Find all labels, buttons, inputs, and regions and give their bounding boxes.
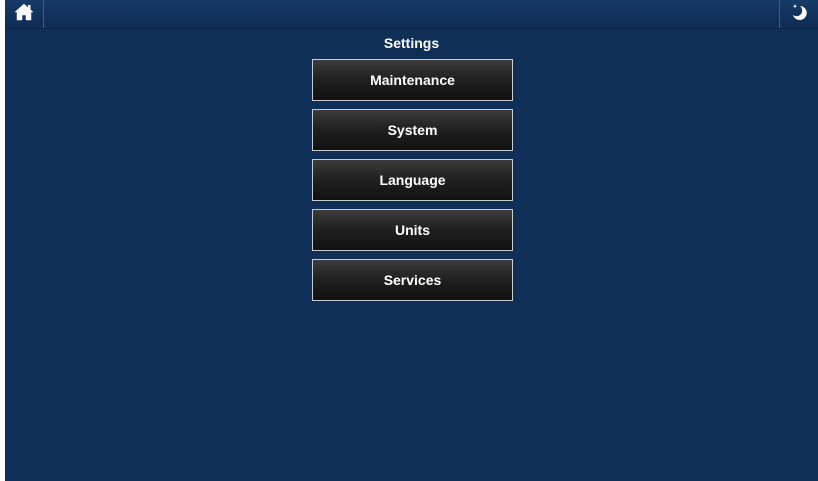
home-icon [14, 3, 34, 26]
maintenance-button[interactable]: Maintenance [312, 59, 513, 101]
settings-menu: Maintenance System Language Units Servic… [312, 59, 513, 309]
home-button[interactable] [5, 0, 44, 28]
system-button[interactable]: System [312, 109, 513, 151]
services-button[interactable]: Services [312, 259, 513, 301]
top-bar [5, 0, 818, 29]
page-title: Settings [383, 35, 440, 51]
standby-button[interactable] [779, 0, 818, 28]
settings-screen: Settings Maintenance System Language Uni… [5, 0, 818, 481]
language-button[interactable]: Language [312, 159, 513, 201]
moon-star-icon [789, 2, 809, 27]
units-button[interactable]: Units [312, 209, 513, 251]
